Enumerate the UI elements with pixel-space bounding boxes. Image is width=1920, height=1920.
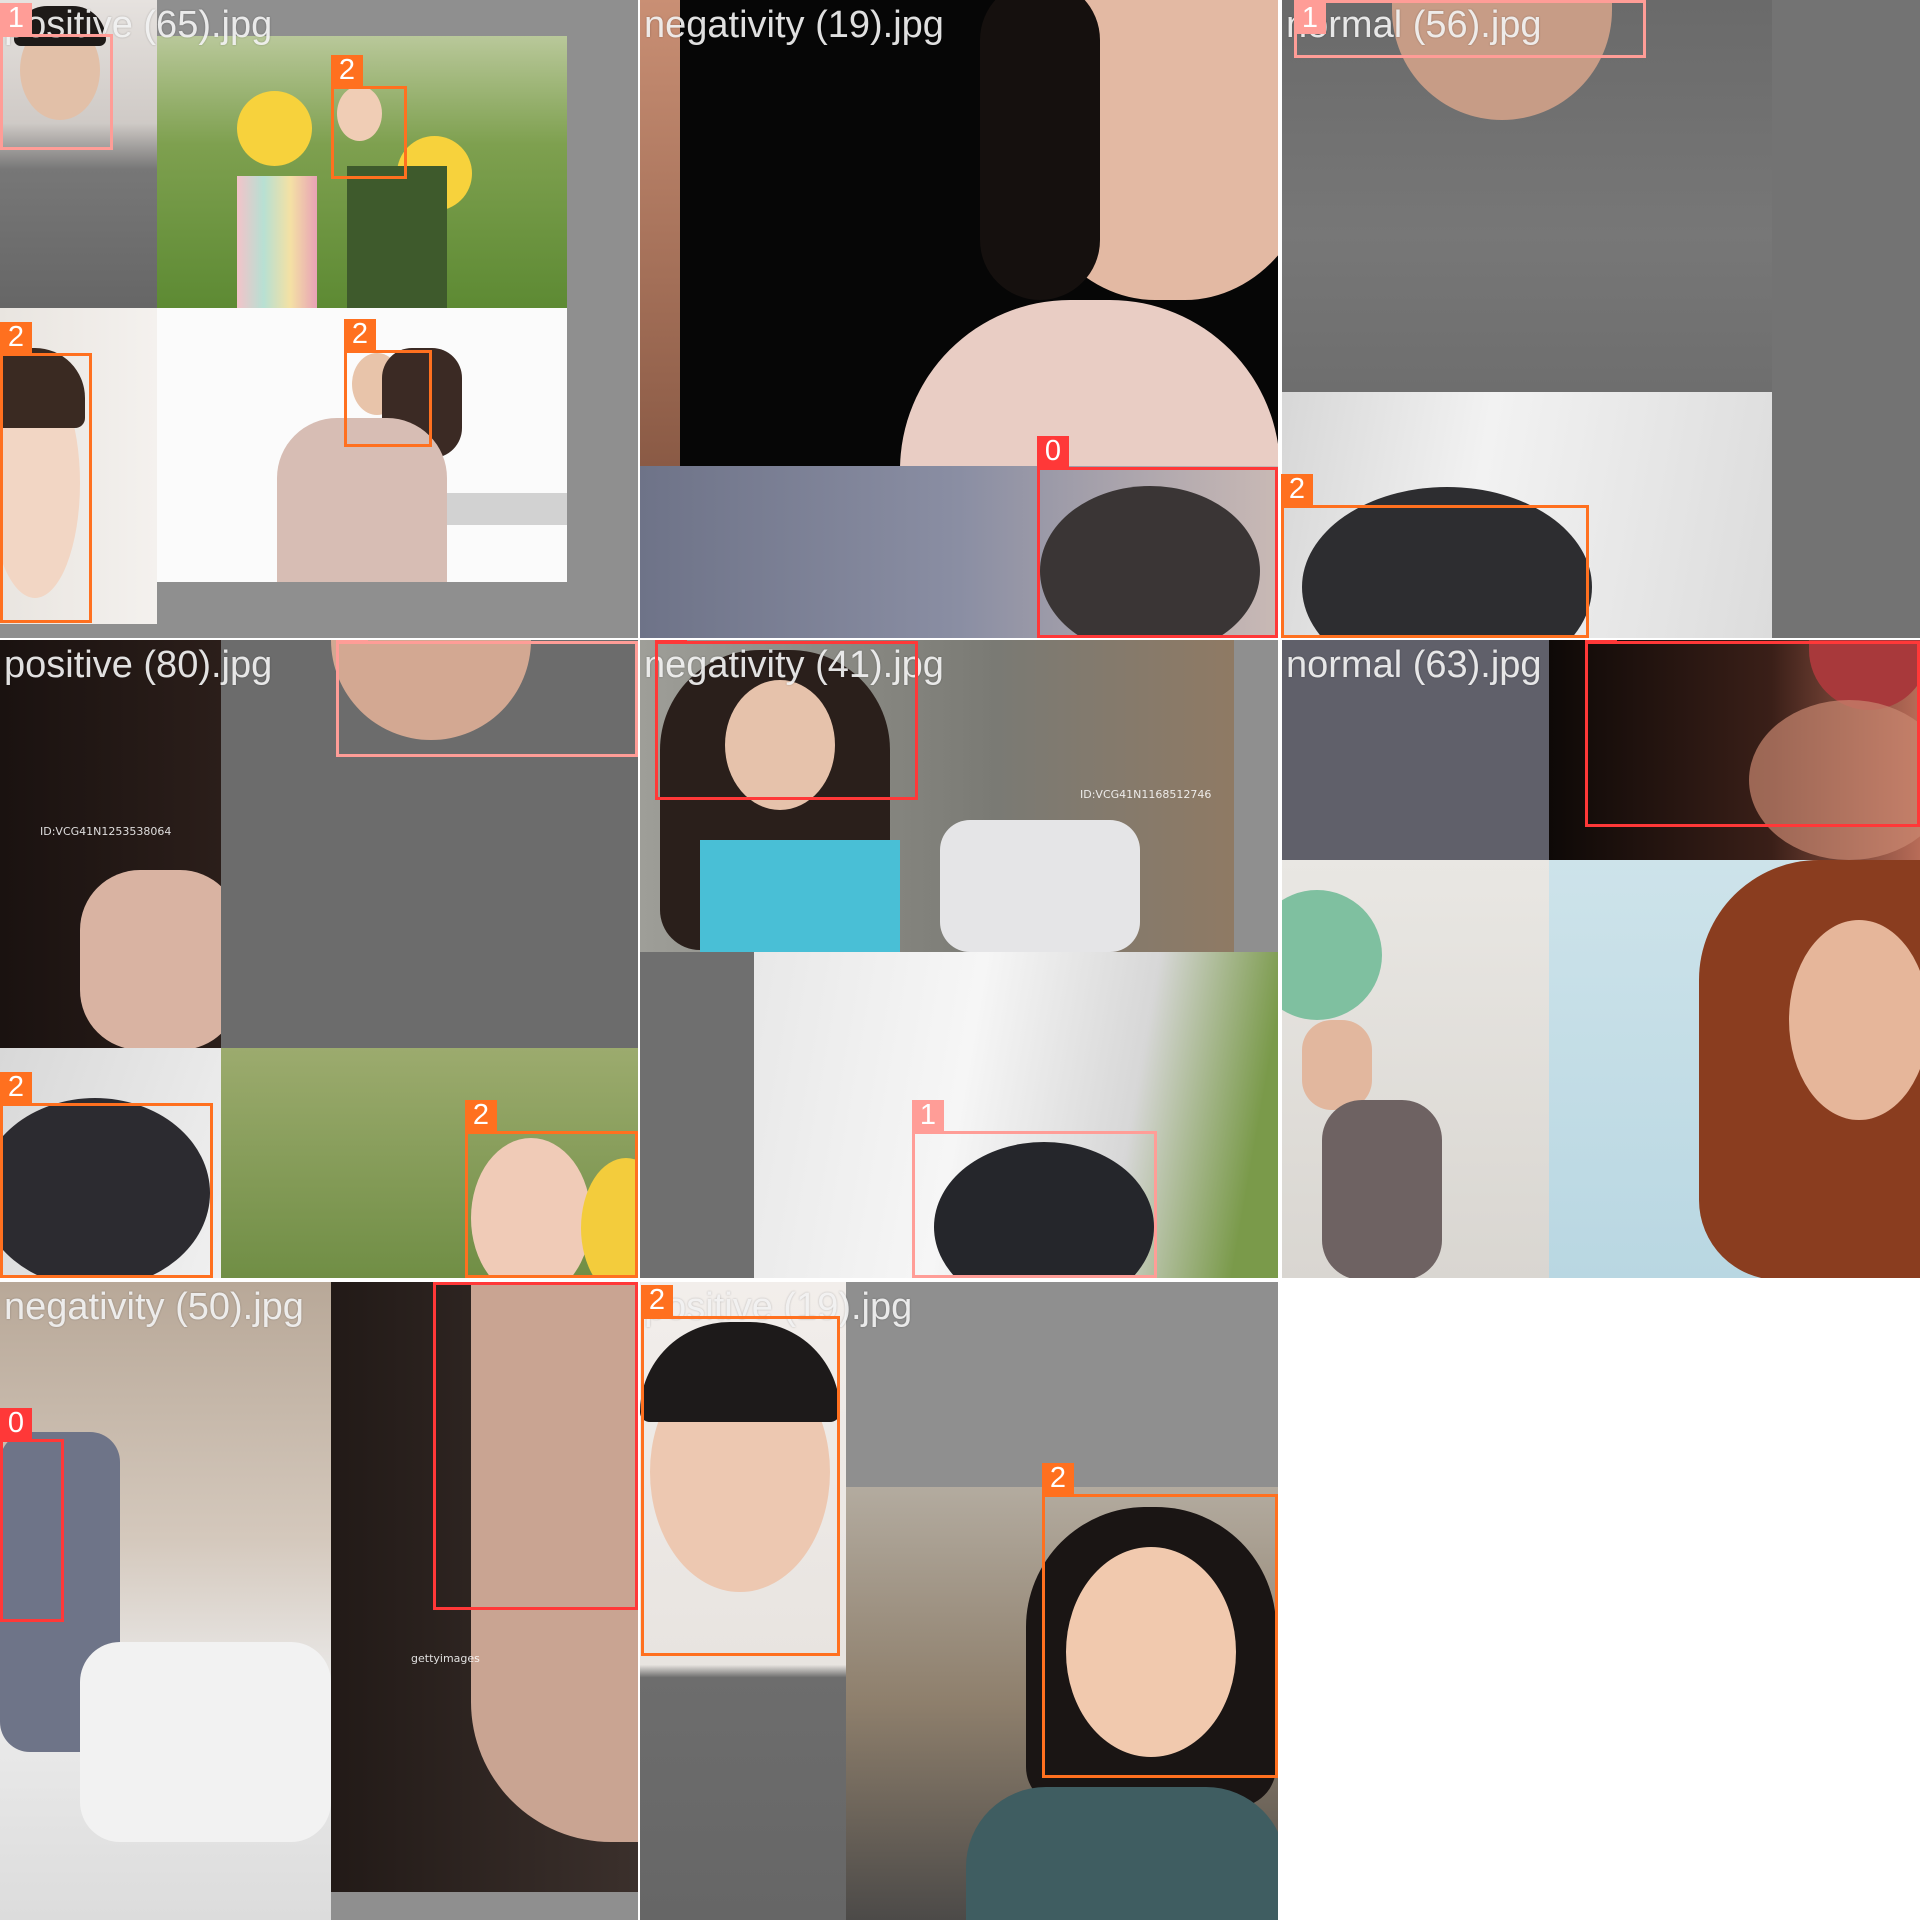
- detection-box: 0: [1037, 436, 1278, 638]
- detection-box: 2: [344, 319, 432, 447]
- sheets: [80, 1642, 331, 1842]
- detection-label: 1: [0, 3, 32, 34]
- shirt: [900, 300, 1278, 466]
- shirt: [966, 1787, 1278, 1920]
- photo-grey-shirt: [1282, 0, 1772, 392]
- photo-hand-sign: [1282, 860, 1549, 1278]
- tile-title: normal (63).jpg: [1286, 644, 1542, 686]
- detection-label: 0: [0, 1408, 32, 1439]
- detection-label: 0: [1585, 640, 1617, 641]
- detection-label: 2: [641, 1285, 673, 1316]
- photo-crying-child: [640, 0, 1278, 466]
- mosaic-tile: positive (65).jpg 1 2 2 2: [0, 0, 638, 638]
- tank-top: [700, 840, 900, 952]
- detection-box: 2: [0, 322, 92, 623]
- photo-dark-hair: ID:VCG41N1253538064: [0, 640, 221, 1048]
- pillow: [940, 820, 1140, 952]
- hand: [1302, 1020, 1372, 1110]
- detection-box: 2: [1281, 474, 1589, 638]
- emoji-face: [237, 91, 312, 166]
- detection-box: 2: [641, 1285, 840, 1656]
- tile-title: negativity (19).jpg: [644, 4, 944, 46]
- detection-box: 1: [0, 3, 113, 150]
- detection-box: 1: [336, 640, 638, 757]
- detection-box: 0: [433, 1282, 638, 1610]
- detection-box: 2: [1042, 1463, 1278, 1778]
- mosaic-tile: normal (63).jpg 0: [1282, 640, 1920, 1278]
- dress: [347, 166, 447, 308]
- mosaic-tile: ID:VCG41N1168512746 negativity (41).jpg …: [640, 640, 1278, 1278]
- grey-padding: [640, 952, 754, 1278]
- detection-box: 0: [1585, 640, 1920, 827]
- arm: [80, 870, 221, 1048]
- detection-box: 2: [0, 1072, 213, 1278]
- watermark-badge: [447, 493, 567, 525]
- photo-laughing-woman: [1549, 860, 1920, 1278]
- detection-label: 2: [0, 322, 32, 353]
- detection-label: 1: [912, 1100, 944, 1131]
- watermark: ID:VCG41N1168512746: [1080, 788, 1212, 801]
- face: [1789, 920, 1920, 1120]
- detection-label: 0: [655, 640, 687, 641]
- detection-label: 2: [331, 55, 363, 86]
- detection-label: 2: [344, 319, 376, 350]
- tile-title: positive (80).jpg: [4, 644, 273, 686]
- detection-label: 0: [433, 1282, 465, 1283]
- mosaic-tile: positive (19).jpg 2 2: [640, 1282, 1278, 1920]
- detection-box: 1: [912, 1100, 1157, 1278]
- detection-label: 2: [0, 1072, 32, 1103]
- smile-sign-icon: [1282, 890, 1382, 1020]
- detection-box: 1: [1294, 0, 1646, 58]
- dress: [237, 176, 317, 308]
- detection-box: 0: [655, 640, 918, 800]
- detection-box: 0: [0, 1408, 64, 1622]
- mosaic-tile: ID:VCG41N1253538064 positive (80).jpg 1 …: [0, 640, 638, 1278]
- detection-label: 2: [1042, 1463, 1074, 1494]
- detection-label: 1: [1294, 3, 1326, 34]
- sleeve: [1322, 1100, 1442, 1278]
- hair: [980, 0, 1100, 300]
- watermark: gettyimages: [411, 1652, 480, 1665]
- mosaic-tile: negativity (19).jpg 0: [640, 0, 1278, 638]
- detection-label: 2: [1281, 474, 1313, 505]
- mosaic-tile: gettyimages negativity (50).jpg 0 0: [0, 1282, 638, 1920]
- watermark: ID:VCG41N1253538064: [40, 825, 172, 838]
- tile-title: negativity (50).jpg: [4, 1286, 304, 1328]
- detection-label: 1: [336, 640, 368, 641]
- left-strip: [640, 0, 680, 466]
- detection-label: 2: [465, 1100, 497, 1131]
- detection-box: 2: [331, 55, 407, 179]
- detection-label: 0: [1037, 436, 1069, 467]
- detection-box: 2: [465, 1100, 638, 1278]
- grey-padding: [1772, 0, 1920, 638]
